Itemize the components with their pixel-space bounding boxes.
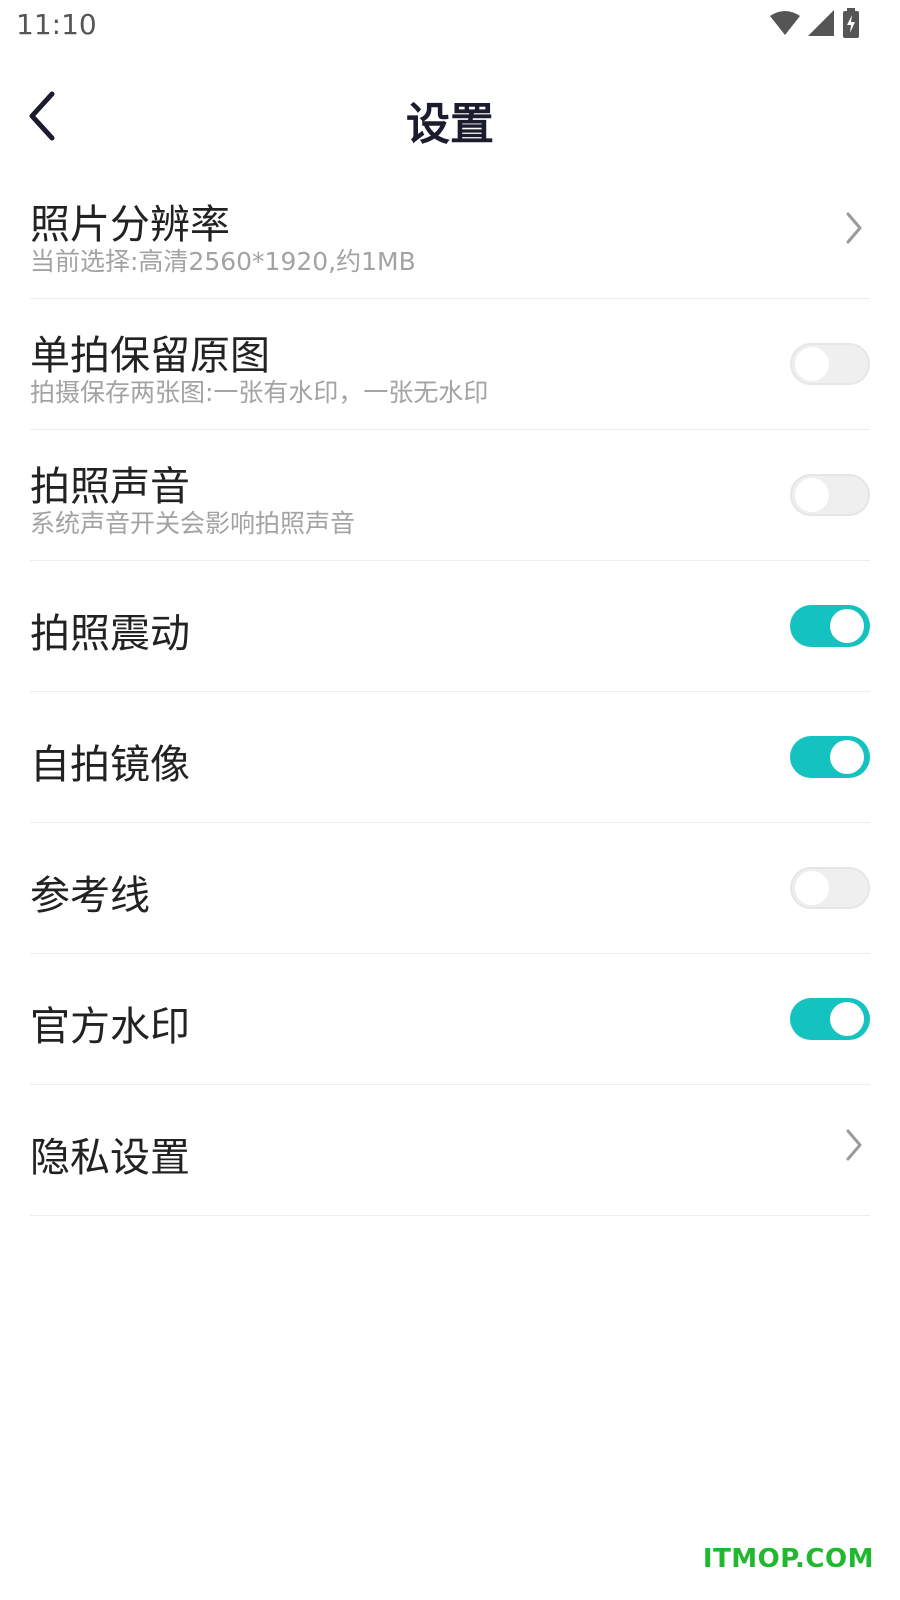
toggle-knob <box>795 478 829 512</box>
setting-title: 隐私设置 <box>30 1135 190 1181</box>
setting-shutter-vibration[interactable]: 拍照震动 <box>30 561 870 692</box>
page-title: 设置 <box>406 99 494 150</box>
setting-official-watermark[interactable]: 官方水印 <box>30 954 870 1085</box>
setting-photo-resolution[interactable]: 照片分辨率 当前选择:高清2560*1920,约1MB <box>30 168 870 299</box>
battery-charging-icon <box>843 8 859 38</box>
keep-original-toggle[interactable] <box>790 343 870 385</box>
status-icons <box>770 8 860 38</box>
status-bar: 11:10 <box>0 0 900 50</box>
setting-grid-lines[interactable]: 参考线 <box>30 823 870 954</box>
toggle-knob <box>830 740 864 774</box>
toggle-knob <box>795 871 829 905</box>
setting-title: 自拍镜像 <box>30 742 190 788</box>
chevron-right-icon <box>846 212 862 244</box>
toggle-knob <box>830 609 864 643</box>
setting-subtitle: 系统声音开关会影响拍照声音 <box>30 509 356 538</box>
setting-privacy[interactable]: 隐私设置 <box>30 1085 870 1216</box>
shutter-vibration-toggle[interactable] <box>790 605 870 647</box>
setting-selfie-mirror[interactable]: 自拍镜像 <box>30 692 870 823</box>
setting-subtitle: 拍摄保存两张图:一张有水印，一张无水印 <box>30 378 489 407</box>
toggle-knob <box>795 347 829 381</box>
setting-title: 拍照震动 <box>30 611 190 657</box>
setting-shutter-sound[interactable]: 拍照声音 系统声音开关会影响拍照声音 <box>30 430 870 561</box>
settings-list: 照片分辨率 当前选择:高清2560*1920,约1MB 单拍保留原图 拍摄保存两… <box>30 168 870 1216</box>
toggle-knob <box>830 1002 864 1036</box>
site-watermark: ITMOP.COM <box>702 1544 874 1574</box>
setting-title: 官方水印 <box>30 1004 190 1050</box>
header: 设置 <box>0 60 900 168</box>
status-time: 11:10 <box>16 8 97 41</box>
signal-icon <box>808 10 834 36</box>
shutter-sound-toggle[interactable] <box>790 474 870 516</box>
setting-subtitle: 当前选择:高清2560*1920,约1MB <box>30 247 416 276</box>
setting-keep-original[interactable]: 单拍保留原图 拍摄保存两张图:一张有水印，一张无水印 <box>30 299 870 430</box>
selfie-mirror-toggle[interactable] <box>790 736 870 778</box>
official-watermark-toggle[interactable] <box>790 998 870 1040</box>
setting-title: 参考线 <box>30 873 150 919</box>
wifi-icon <box>770 11 800 35</box>
grid-lines-toggle[interactable] <box>790 867 870 909</box>
chevron-right-icon <box>846 1129 862 1161</box>
